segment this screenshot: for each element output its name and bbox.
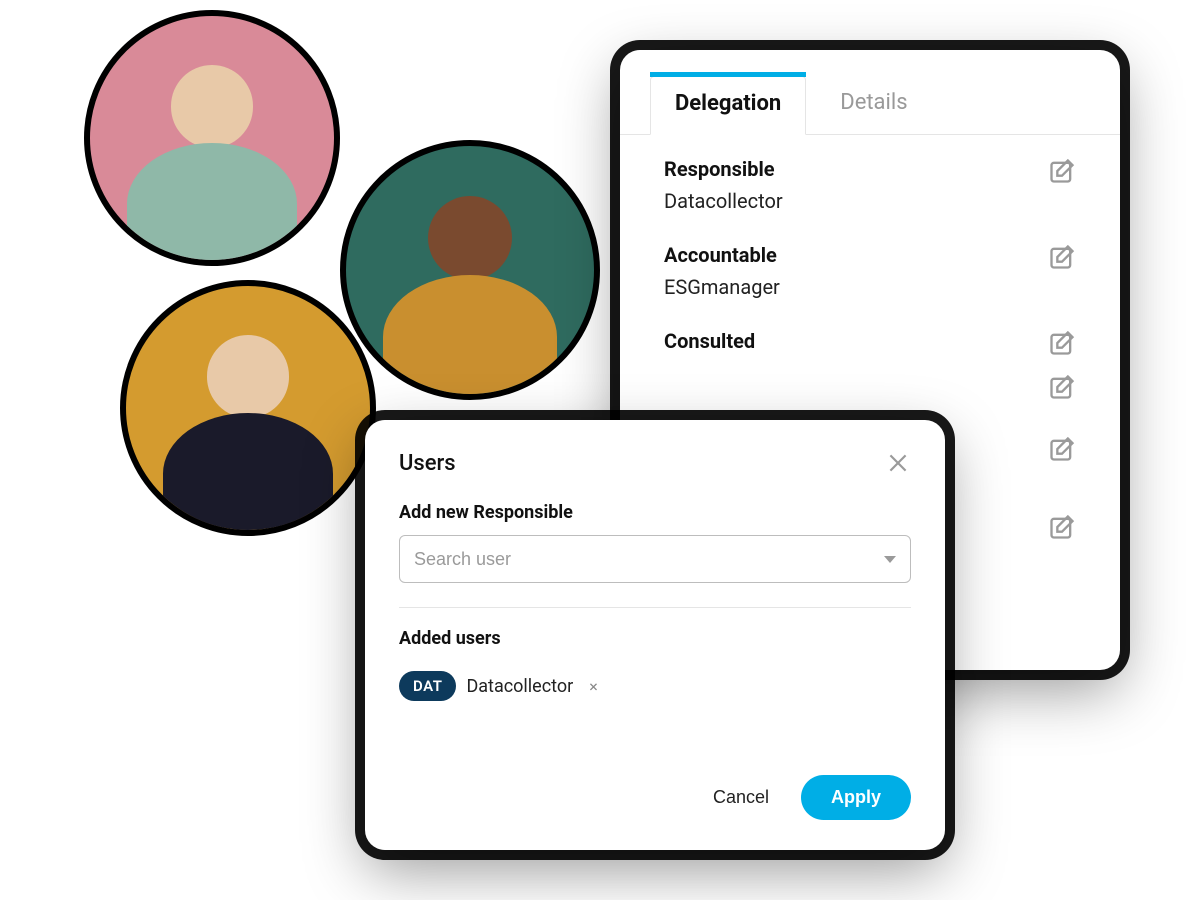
avatar (120, 280, 376, 536)
avatar (84, 10, 340, 266)
divider (399, 607, 911, 608)
role-label: Accountable (664, 243, 780, 267)
role-value: ESGmanager (664, 275, 780, 299)
role-label: Consulted (664, 329, 755, 353)
edit-icon[interactable] (1048, 329, 1076, 357)
edit-icon[interactable] (1048, 513, 1076, 541)
remove-chip-icon[interactable]: × (589, 677, 598, 696)
role-value: Datacollector (664, 189, 783, 213)
tab-details[interactable]: Details (816, 76, 931, 134)
user-chip-badge: DAT (399, 671, 456, 701)
users-modal: Users Add new Responsible Added users DA… (365, 420, 945, 850)
edit-icon[interactable] (1048, 373, 1076, 401)
field-label: Add new Responsible (399, 502, 911, 523)
user-chip-label: Datacollector (466, 676, 573, 697)
tab-bar: Delegation Details (620, 50, 1120, 135)
edit-icon[interactable] (1048, 157, 1076, 185)
cancel-button[interactable]: Cancel (703, 775, 779, 820)
role-row-consulted: Consulted (620, 307, 1120, 365)
role-row (620, 365, 1120, 401)
chevron-down-icon (884, 556, 896, 563)
edit-icon[interactable] (1048, 435, 1076, 463)
apply-button[interactable]: Apply (801, 775, 911, 820)
edit-icon[interactable] (1048, 243, 1076, 271)
close-icon[interactable] (885, 450, 911, 476)
added-user-chip: DAT Datacollector × (399, 671, 911, 701)
avatar (340, 140, 600, 400)
role-row-accountable: Accountable ESGmanager (620, 221, 1120, 307)
role-row-responsible: Responsible Datacollector (620, 135, 1120, 221)
search-input[interactable] (414, 549, 884, 570)
role-label: Responsible (664, 157, 783, 181)
added-users-label: Added users (399, 628, 911, 649)
search-user-select[interactable] (399, 535, 911, 583)
modal-title: Users (399, 451, 456, 476)
tab-delegation[interactable]: Delegation (650, 76, 806, 135)
